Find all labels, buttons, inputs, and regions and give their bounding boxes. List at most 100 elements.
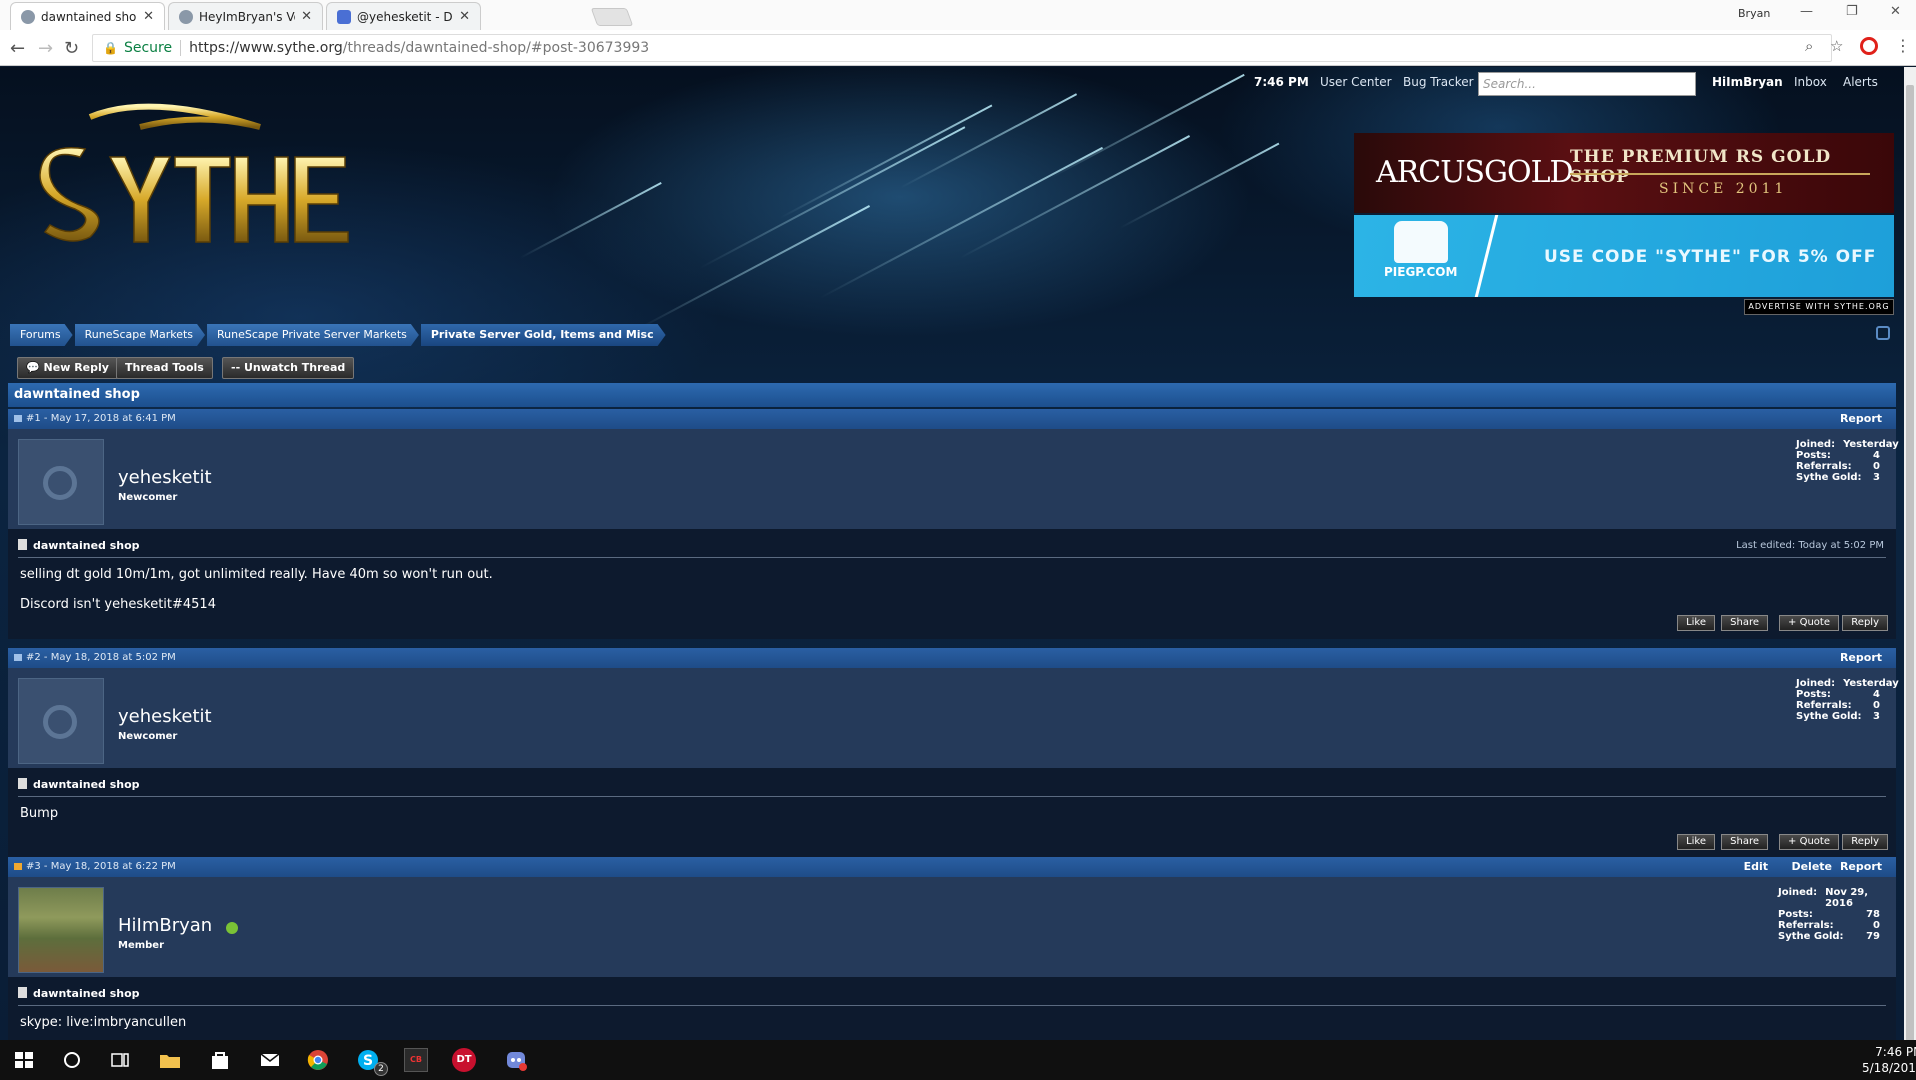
discord-icon[interactable] <box>504 1048 528 1072</box>
inbox-link[interactable]: Inbox <box>1794 75 1827 89</box>
default-avatar-icon <box>43 466 77 500</box>
user-center-link[interactable]: User Center <box>1320 75 1392 89</box>
opera-extension-icon[interactable] <box>1860 37 1878 55</box>
url-path: /threads/dawntained-shop/#post-30673993 <box>342 40 650 56</box>
cb-app-icon[interactable]: CB <box>404 1048 428 1072</box>
report-link[interactable]: Report <box>1840 857 1882 877</box>
report-link[interactable]: Report <box>1840 409 1882 429</box>
taskbar-clock[interactable]: 7:46 PM 5/18/2018 <box>1862 1044 1916 1076</box>
tab-vouches[interactable]: HeyImBryan's Vouches | S ✕ <box>168 2 323 30</box>
post-number-date: #3 - May 18, 2018 at 6:22 PM <box>26 861 176 872</box>
bookmark-star-icon[interactable]: ☆ <box>1830 37 1843 55</box>
post-username[interactable]: yehesketit <box>118 467 212 488</box>
post-divider <box>18 1005 1886 1006</box>
file-explorer-icon[interactable] <box>158 1048 182 1072</box>
close-tab-icon[interactable]: ✕ <box>301 9 312 24</box>
back-arrow-icon[interactable]: ← <box>10 38 25 59</box>
bug-tracker-link[interactable]: Bug Tracker <box>1403 75 1474 89</box>
gold-value: 79 <box>1866 931 1880 942</box>
thread-tools-label: Thread Tools <box>125 361 204 374</box>
share-button[interactable]: Share <box>1721 834 1768 850</box>
like-button[interactable]: Like <box>1677 834 1715 850</box>
gold-value: 3 <box>1873 472 1880 483</box>
minimize-icon[interactable]: — <box>1800 4 1813 19</box>
post-header: #3 - May 18, 2018 at 6:22 PM Edit Delete… <box>8 857 1896 877</box>
quote-button[interactable]: + Quote <box>1779 615 1839 631</box>
browser-menu-icon[interactable]: ⋮ <box>1895 36 1911 55</box>
new-reply-label: New Reply <box>43 361 109 374</box>
tab-discord[interactable]: @yehesketit - Discord - C ✕ <box>326 2 481 30</box>
header-time: 7:46 PM <box>1254 75 1309 89</box>
store-icon[interactable] <box>208 1048 232 1072</box>
breadcrumb-gold-items-misc[interactable]: Private Server Gold, Items and Misc <box>421 324 666 346</box>
like-button[interactable]: Like <box>1677 615 1715 631</box>
referrals-label: Referrals: <box>1796 700 1852 711</box>
search-input[interactable]: Search... <box>1478 72 1696 96</box>
zoom-search-icon[interactable]: ⌕ <box>1805 37 1813 55</box>
arcusgold-ad-banner[interactable]: ARCUSGOLD THE PREMIUM RS GOLD SHOP SINCE… <box>1354 133 1894 213</box>
posts-label: Posts: <box>1796 689 1831 700</box>
chrome-icon[interactable] <box>306 1048 330 1072</box>
windows-start-icon[interactable] <box>12 1048 36 1072</box>
reply-button[interactable]: Reply <box>1842 615 1888 631</box>
piegp-ad-banner[interactable]: PIEGP.COM USE CODE "SYTHE" FOR 5% OFF <box>1354 215 1894 297</box>
account-username-link[interactable]: HiImBryan <box>1712 75 1783 89</box>
tab-dawntained-shop[interactable]: dawntained shop | Sell & ✕ <box>10 2 165 30</box>
taskbar-time: 7:46 PM <box>1875 1045 1916 1059</box>
mail-icon[interactable] <box>258 1048 282 1072</box>
reply-icon: 💬 <box>26 361 44 374</box>
close-tab-icon[interactable]: ✕ <box>459 9 470 24</box>
restore-icon[interactable]: ❐ <box>1846 4 1858 19</box>
delete-link[interactable]: Delete <box>1791 857 1832 877</box>
thread-tools-button[interactable]: Thread Tools <box>116 357 213 379</box>
avatar[interactable] <box>18 439 104 525</box>
close-window-icon[interactable]: ✕ <box>1890 4 1901 19</box>
unwatch-thread-button[interactable]: -- Unwatch Thread <box>222 357 355 379</box>
gold-label: Sythe Gold: <box>1796 472 1862 483</box>
reply-button[interactable]: Reply <box>1842 834 1888 850</box>
post-3: #3 - May 18, 2018 at 6:22 PM Edit Delete… <box>8 857 1896 1040</box>
reload-icon[interactable]: ↻ <box>64 38 79 59</box>
forward-arrow-icon[interactable]: → <box>38 38 53 59</box>
share-button[interactable]: Share <box>1721 615 1768 631</box>
new-tab-button[interactable] <box>590 8 634 26</box>
post-message-line: Bump <box>20 806 59 821</box>
breadcrumb-private-server-markets[interactable]: RuneScape Private Server Markets <box>207 324 419 346</box>
post-title: dawntained shop <box>18 987 140 1000</box>
header-streak <box>1049 73 1245 179</box>
sythe-logo-icon[interactable] <box>30 97 360 247</box>
scrollbar-thumb[interactable] <box>1906 85 1914 1045</box>
user-info-row: yehesketit Newcomer Joined: Yesterday Pos… <box>8 429 1899 529</box>
user-rank: Member <box>118 940 165 951</box>
avatar[interactable] <box>18 887 104 973</box>
quote-button[interactable]: + Quote <box>1779 834 1839 850</box>
dawntained-app-icon[interactable]: DT <box>452 1048 476 1072</box>
cortana-search-icon[interactable] <box>60 1048 84 1072</box>
post-username[interactable]: yehesketit <box>118 706 212 727</box>
avatar[interactable] <box>18 678 104 764</box>
sythe-favicon-icon <box>179 9 193 24</box>
edit-link[interactable]: Edit <box>1744 857 1768 877</box>
post-2: #2 - May 18, 2018 at 5:02 PM Report yehe… <box>8 648 1899 858</box>
header-streak <box>779 104 993 219</box>
close-tab-icon[interactable]: ✕ <box>143 9 154 24</box>
report-link[interactable]: Report <box>1840 648 1882 668</box>
referrals-value: 0 <box>1873 461 1880 472</box>
task-view-icon[interactable] <box>108 1048 132 1072</box>
sythe-page: 7:46 PM User Center Bug Tracker Search..… <box>0 67 1904 1040</box>
share-page-icon[interactable] <box>1876 326 1890 340</box>
breadcrumb: Forums RuneScape Markets RuneScape Priva… <box>10 324 668 346</box>
alerts-link[interactable]: Alerts <box>1843 75 1878 89</box>
post-body: dawntained shop skype: live:imbryanculle… <box>8 977 1896 1040</box>
new-reply-button[interactable]: 💬 New Reply <box>17 357 118 379</box>
breadcrumb-forums[interactable]: Forums <box>10 324 73 346</box>
header-streak <box>519 182 662 259</box>
posts-label: Posts: <box>1778 909 1813 920</box>
user-stats: Joined: Yesterday Posts: 4 Referrals: 0 Syt… <box>1796 678 1899 722</box>
svg-text:S: S <box>363 1053 373 1069</box>
breadcrumb-runescape-markets[interactable]: RuneScape Markets <box>75 324 205 346</box>
user-info-row: HiImBryan Member Joined: Nov 29, 2016 Pos… <box>8 877 1896 977</box>
post-username[interactable]: HiImBryan <box>118 915 212 936</box>
advertise-link[interactable]: ADVERTISE WITH SYTHE.ORG <box>1744 299 1894 315</box>
url-input[interactable]: 🔒 Secure https://www.sythe.org/threads/d… <box>92 34 1832 62</box>
